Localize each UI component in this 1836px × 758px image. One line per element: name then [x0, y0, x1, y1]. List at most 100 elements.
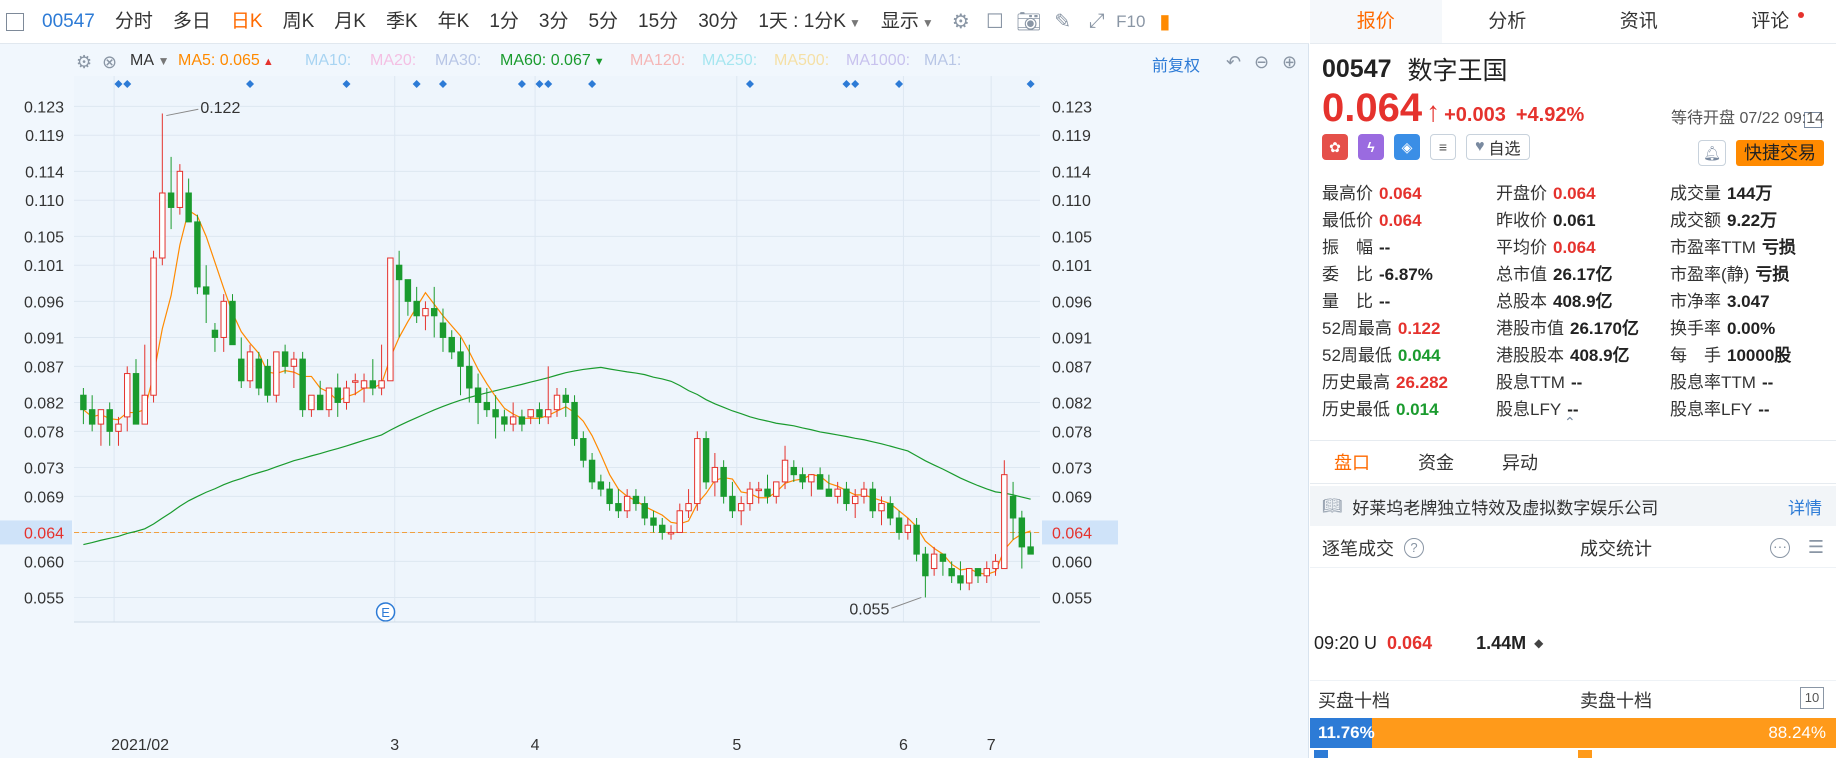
panel-toggle-icon[interactable]: ▮ — [1148, 0, 1182, 44]
tab-news[interactable]: 资讯 — [1573, 0, 1705, 43]
candle-body[interactable] — [492, 409, 499, 418]
candle-body[interactable] — [159, 192, 166, 259]
gear-icon[interactable]: ⚙ — [944, 0, 978, 44]
ma-legend-ma60[interactable]: MA60: 0.067 ▼ — [500, 52, 605, 70]
candle-body[interactable] — [834, 488, 841, 497]
candle-body[interactable] — [659, 524, 666, 533]
tab-1min[interactable]: 1分 — [479, 0, 529, 44]
candle-body[interactable] — [966, 568, 973, 584]
candle-body[interactable] — [597, 481, 605, 490]
candle-body[interactable] — [360, 380, 368, 389]
candle-body[interactable] — [1027, 546, 1034, 555]
candle-body[interactable] — [720, 466, 727, 497]
candle-body[interactable] — [308, 394, 315, 411]
candle-body[interactable] — [983, 568, 990, 577]
ma-legend-ma5[interactable]: MA5: 0.065 ▲ — [178, 52, 274, 70]
camera-icon[interactable]: 📷︎ — [1012, 0, 1046, 44]
candle-body[interactable] — [299, 358, 306, 411]
quick-trade-button[interactable]: 快捷交易 — [1736, 140, 1824, 166]
candle-body[interactable] — [948, 568, 955, 577]
candle-body[interactable] — [264, 365, 271, 396]
candlestick-chart[interactable]: 0.123 0.123 0.119 0.119 0.114 0.114 0.110 0.110… — [0, 76, 1309, 758]
candle-body[interactable] — [825, 488, 833, 497]
tab-quarterly-k[interactable]: 季K — [376, 0, 428, 44]
candle-body[interactable] — [150, 257, 157, 396]
candle-body[interactable] — [255, 358, 263, 389]
tab-zijin[interactable]: 资金 — [1394, 441, 1478, 483]
candle-body[interactable] — [246, 351, 254, 382]
candle-body[interactable] — [641, 503, 648, 519]
tab-analysis[interactable]: 分析 — [1442, 0, 1574, 43]
candle-body[interactable] — [220, 300, 227, 338]
candle-body[interactable] — [395, 264, 403, 281]
candle-body[interactable] — [229, 300, 236, 346]
candle-body[interactable] — [115, 423, 122, 432]
candle-body[interactable] — [606, 488, 613, 505]
candle-body[interactable] — [702, 438, 710, 483]
tab-comments[interactable]: 评论 — [1705, 0, 1836, 43]
gear-icon[interactable]: ⚙ — [76, 52, 92, 73]
tab-weekly-k[interactable]: 周K — [273, 0, 325, 44]
candle-body[interactable] — [106, 409, 113, 432]
candle-body[interactable] — [124, 373, 131, 418]
candle-body[interactable] — [878, 503, 885, 512]
candle-body[interactable] — [430, 308, 438, 317]
candle-body[interactable] — [439, 322, 447, 338]
candle-body[interactable] — [808, 474, 815, 483]
tab-fenshi[interactable]: 分时 — [105, 0, 163, 44]
candle-body[interactable] — [527, 409, 534, 418]
details-link[interactable]: 详情 — [1788, 494, 1822, 519]
ma-type-select[interactable]: MA ▼ — [130, 52, 169, 70]
candle-body[interactable] — [194, 221, 201, 288]
candle-body[interactable] — [290, 358, 298, 367]
candle-body[interactable] — [185, 192, 192, 223]
candle-body[interactable] — [88, 409, 96, 425]
bell-icon[interactable]: 🔔︎ — [1698, 140, 1726, 166]
stock-code-link[interactable]: 00547 — [32, 0, 105, 44]
candle-body[interactable] — [580, 438, 587, 461]
candle-body[interactable] — [790, 466, 798, 476]
watchlist-button[interactable]: ♥ 自选 — [1466, 134, 1530, 160]
candle-body[interactable] — [957, 575, 964, 584]
candle-body[interactable] — [509, 416, 517, 425]
candle-body[interactable] — [202, 286, 210, 295]
pencil-icon[interactable]: ✎ — [1046, 0, 1080, 44]
candle-body[interactable] — [501, 416, 508, 425]
candle-body[interactable] — [466, 365, 473, 389]
candle-body[interactable] — [588, 459, 596, 483]
candle-body[interactable] — [755, 488, 762, 492]
tab-pankou[interactable]: 盘口 — [1310, 441, 1394, 483]
candle-body[interactable] — [650, 517, 657, 526]
candle-body[interactable] — [773, 481, 780, 497]
candle-body[interactable] — [553, 394, 561, 411]
tag-icon[interactable]: ◈ — [1394, 134, 1420, 160]
candle-body[interactable] — [422, 308, 429, 317]
candle-body[interactable] — [316, 394, 324, 411]
candle-body[interactable] — [781, 459, 789, 483]
undo-icon[interactable]: ↶ — [1226, 52, 1241, 73]
candle-body[interactable] — [474, 387, 482, 403]
candle-body[interactable] — [132, 373, 140, 425]
ma-legend-ma1000[interactable]: MA1000: — [846, 52, 910, 70]
candle-body[interactable] — [1009, 495, 1017, 519]
zoom-in-icon[interactable]: ⊕ — [1282, 52, 1297, 73]
candle-body[interactable] — [141, 394, 148, 425]
tab-30min[interactable]: 30分 — [688, 0, 748, 44]
candle-body[interactable] — [80, 394, 87, 411]
f10-button[interactable]: F10 — [1114, 0, 1148, 44]
candle-body[interactable] — [404, 279, 412, 302]
candle-body[interactable] — [325, 387, 333, 411]
candle-body[interactable] — [518, 416, 526, 425]
restore-select[interactable]: 前复权 — [1152, 52, 1200, 76]
sidebar-toggle-icon[interactable] — [6, 12, 24, 31]
ma-legend-ma250[interactable]: MA250: — [702, 52, 757, 70]
candle-body[interactable] — [685, 503, 692, 512]
depth-toggle-button[interactable]: 10 — [1800, 687, 1824, 709]
candle-body[interactable] — [176, 170, 184, 208]
tab-5min[interactable]: 5分 — [578, 0, 628, 44]
deal-stats-title[interactable]: 成交统计 — [1580, 535, 1652, 561]
candle-body[interactable] — [369, 380, 377, 389]
candle-body[interactable] — [238, 358, 245, 382]
candle-body[interactable] — [448, 336, 455, 353]
candle-body[interactable] — [930, 553, 938, 570]
